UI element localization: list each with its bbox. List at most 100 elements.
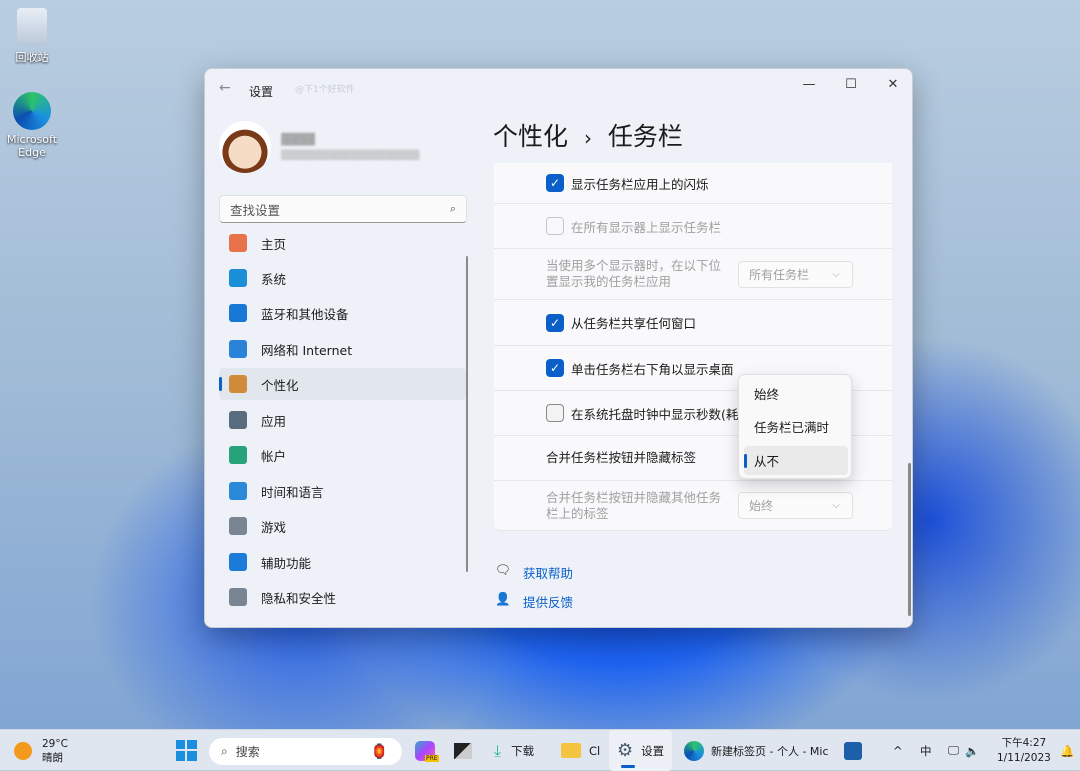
checkbox[interactable] <box>546 217 564 235</box>
dropdown-option[interactable]: 任务栏已满时 <box>744 412 848 441</box>
dropdown-option[interactable]: 始终 <box>744 379 848 408</box>
tray-network-volume[interactable]: 🖵 🔈 <box>948 730 979 771</box>
taskbar-copilot[interactable]: PRE <box>415 730 439 771</box>
minimize-button[interactable]: — <box>789 69 829 99</box>
sun-icon <box>14 741 32 760</box>
setting-label: 当使用多个显示器时，在以下位置显示我的任务栏应用 <box>546 258 722 289</box>
taskbar-app-downloads[interactable]: ⤓ 下载 <box>494 730 534 771</box>
desktop-icon-recycle-bin[interactable]: 回收站 <box>0 8 64 65</box>
checkmark-icon: ✓ <box>549 315 561 330</box>
download-icon: ⤓ <box>494 740 502 760</box>
back-arrow-icon[interactable]: ← <box>219 80 231 96</box>
feedback-link[interactable]: 提供反馈 <box>523 592 573 611</box>
clock-date: 1/11/2023 <box>997 751 1051 764</box>
title-bar: ← 设置 @下1个好软件 — ☐ ✕ <box>205 69 912 109</box>
ime-label: 中 <box>920 743 932 758</box>
weather-widget[interactable]: 29°C 晴朗 <box>14 730 68 771</box>
sidebar-item-label: 隐私和安全性 <box>261 590 337 606</box>
sidebar-item[interactable]: 系统 <box>219 262 466 294</box>
search-icon: ⌕ <box>449 202 456 215</box>
pre-badge: PRE <box>425 755 439 762</box>
active-indicator <box>621 765 635 768</box>
sidebar-item-label: 时间和语言 <box>261 484 324 500</box>
start-button[interactable] <box>176 730 197 771</box>
chevron-down-icon: ⌵ <box>832 268 840 280</box>
taskbar-store[interactable] <box>844 730 862 771</box>
setting-label: 单击任务栏右下角以显示桌面 <box>571 361 734 377</box>
breadcrumb-current: 任务栏 <box>607 122 683 151</box>
weather-temp: 29°C <box>42 737 68 750</box>
maximize-button[interactable]: ☐ <box>831 69 871 99</box>
breadcrumb-parent[interactable]: 个性化 <box>493 122 568 151</box>
sidebar-item[interactable]: 应用 <box>219 404 466 436</box>
option-label: 始终 <box>754 387 780 402</box>
checkmark-icon: ✓ <box>549 176 561 190</box>
taskbar-app-explorer[interactable]: Cl <box>561 730 600 771</box>
taskbar-search[interactable]: ⌕ 搜索 🏮 <box>209 738 402 765</box>
sidebar-scrollbar[interactable] <box>466 256 468 572</box>
network-icon: 🖵 <box>948 743 960 757</box>
breadcrumb: 个性化 › 任务栏 <box>493 117 683 153</box>
bell-icon: 🔔 <box>1060 743 1075 758</box>
window-title: 设置 <box>249 85 274 99</box>
ime-indicator[interactable]: 中 <box>920 730 932 771</box>
maximize-icon: ☐ <box>845 76 857 92</box>
avatar[interactable] <box>219 121 271 173</box>
bluetooth-icon <box>229 304 247 322</box>
sidebar-item[interactable]: 网络和 Internet <box>219 333 466 365</box>
checkbox-checked[interactable]: ✓ <box>546 313 564 332</box>
taskbar-app-settings[interactable]: ⚙ 设置 <box>609 730 672 771</box>
gamepad-icon <box>229 517 247 535</box>
setting-dropdown[interactable]: 所有任务栏 ⌵ <box>738 260 853 288</box>
setting-dropdown[interactable]: 始终 ⌵ <box>738 492 853 519</box>
minimize-icon: — <box>802 76 816 92</box>
sidebar-item[interactable]: 帐户 <box>219 439 466 471</box>
user-email: ▒▒▒▒▒▒▒▒▒▒▒▒▒▒▒▒▒▒▒▒ <box>281 151 420 161</box>
dropdown-option-selected[interactable]: 从不 <box>744 446 848 475</box>
setting-label: 合并任务栏按钮并隐藏其他任务栏上的标签 <box>546 489 722 521</box>
gear-icon: ⚙ <box>617 740 634 761</box>
folder-icon <box>561 743 581 758</box>
setting-row: ✓ 显示任务栏应用上的闪烁 <box>494 163 892 204</box>
search-icon: ⌕ <box>221 744 228 758</box>
clock[interactable]: 下午4:27 1/11/2023 <box>997 730 1051 771</box>
desktop-icon-label: 回收站 <box>15 51 49 64</box>
notification-bell[interactable]: 🔔 <box>1060 730 1074 771</box>
setting-label: 在所有显示器上显示任务栏 <box>571 219 722 235</box>
taskbar: 29°C 晴朗 ⌕ 搜索 🏮 PRE ⤓ 下载 Cl ⚙ 设置 新建标签页 - 个人 -… <box>0 729 1080 771</box>
tray-overflow[interactable]: ^ <box>893 730 903 771</box>
sidebar-item[interactable]: 蓝牙和其他设备 <box>219 297 466 329</box>
content-scrollbar[interactable] <box>908 463 911 616</box>
taskbar-app-edge[interactable]: 新建标签页 - 个人 - Mic <box>684 730 829 771</box>
search-input[interactable]: 查找设置 ⌕ <box>219 195 467 223</box>
app-label: 下载 <box>511 743 535 758</box>
checkbox-checked[interactable]: ✓ <box>546 174 564 192</box>
get-help-link[interactable]: 获取帮助 <box>523 563 573 582</box>
close-button[interactable]: ✕ <box>873 69 912 99</box>
settings-window: ← 设置 @下1个好软件 — ☐ ✕ ▓▓▓▓ ▒▒▒▒▒▒▒▒▒▒▒▒▒▒▒▒… <box>204 68 913 628</box>
watermark: @下1个好软件 <box>295 85 355 95</box>
setting-label: 从任务栏共享任何窗口 <box>571 316 697 331</box>
home-icon <box>229 234 247 252</box>
sidebar-item-label: 蓝牙和其他设备 <box>261 306 349 322</box>
sidebar-item[interactable]: 主页 <box>219 227 466 259</box>
setting-row: 合并任务栏按钮并隐藏其他任务栏上的标签 始终 ⌵ <box>494 481 892 531</box>
chevron-down-icon: ⌵ <box>832 500 840 511</box>
sidebar-item[interactable]: 时间和语言 <box>219 475 466 507</box>
app-label: 新建标签页 - 个人 - Mic <box>711 744 829 758</box>
sidebar-item[interactable]: 隐私和安全性 <box>219 581 466 613</box>
desktop-icon-edge[interactable]: Microsoft Edge <box>0 92 64 159</box>
store-icon <box>844 741 862 760</box>
clock-time: 下午4:27 <box>1001 736 1047 749</box>
checkbox[interactable] <box>546 404 564 422</box>
chevron-up-icon: ^ <box>893 743 903 758</box>
sidebar-item[interactable]: 辅助功能 <box>219 546 466 578</box>
checkbox-checked[interactable]: ✓ <box>546 359 564 377</box>
sidebar-item-label: 主页 <box>261 236 287 252</box>
sidebar-item-label: 个性化 <box>261 377 299 393</box>
clock-globe-icon <box>229 482 247 500</box>
sidebar-item-label: 系统 <box>261 271 287 287</box>
sidebar-item[interactable]: 个性化 <box>219 368 466 400</box>
taskbar-taskview[interactable] <box>454 730 472 771</box>
sidebar-item[interactable]: 游戏 <box>219 510 466 542</box>
